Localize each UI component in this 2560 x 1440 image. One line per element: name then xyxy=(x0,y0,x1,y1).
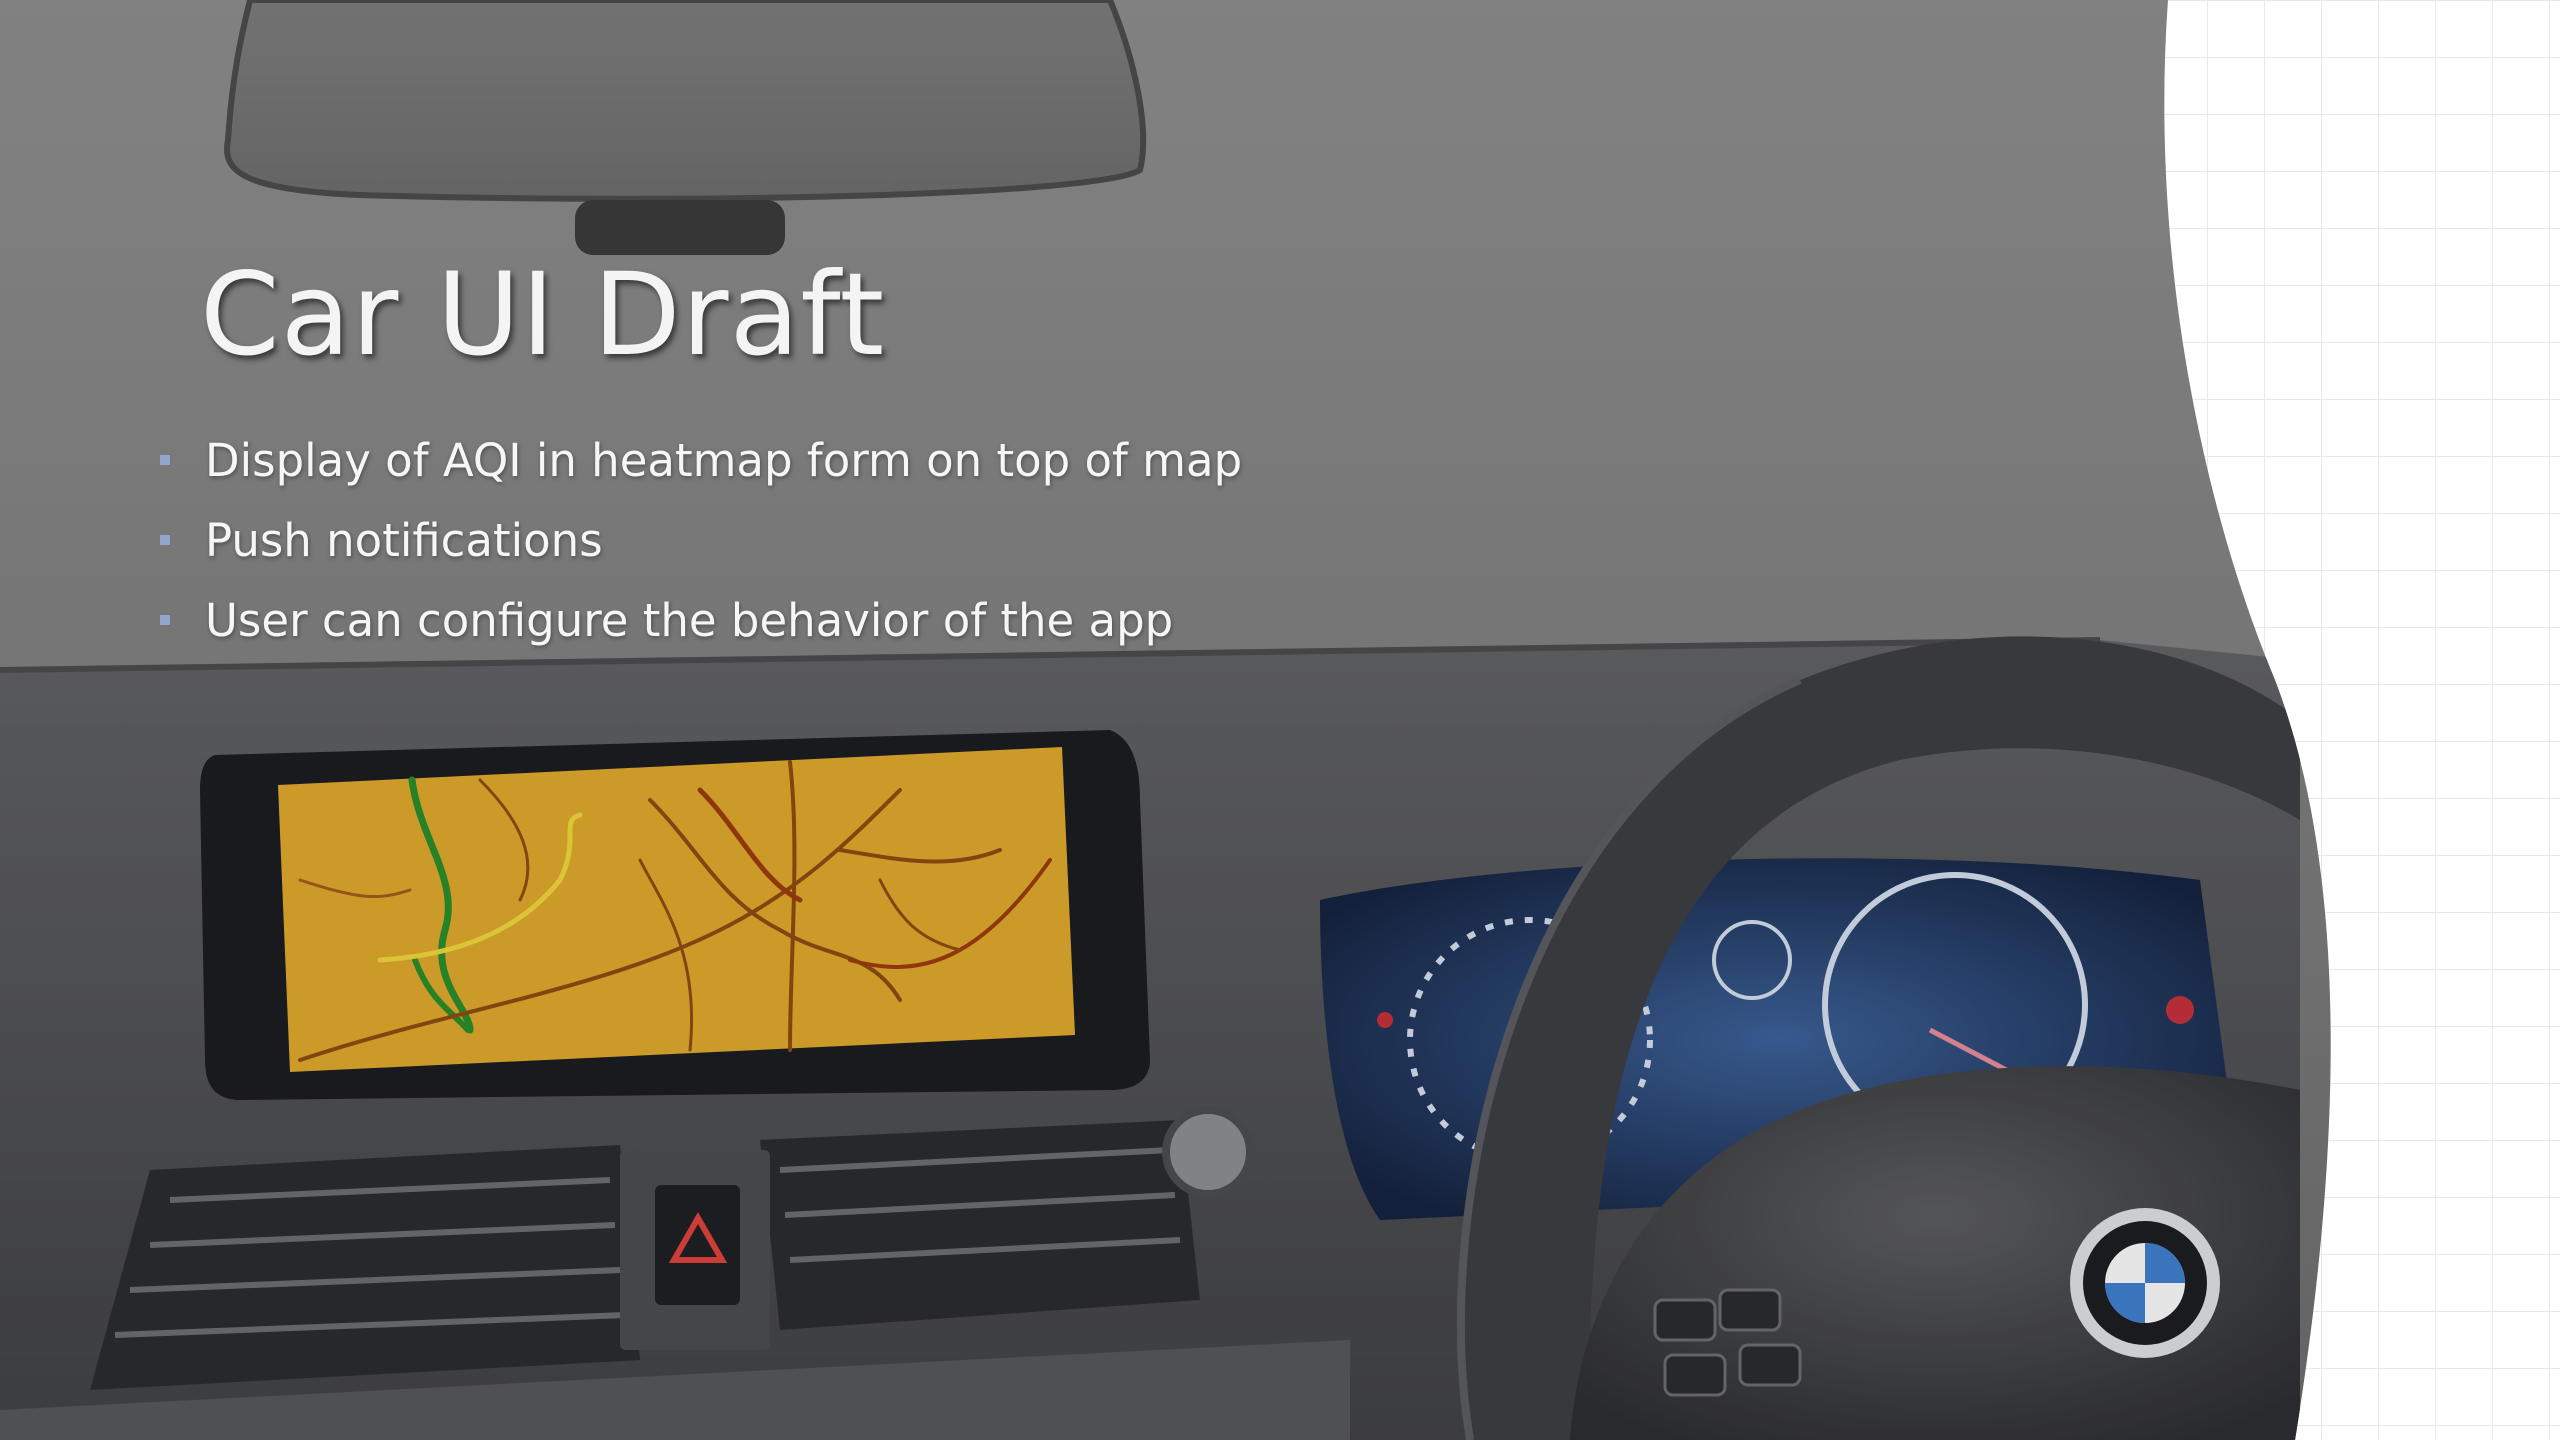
bullet-item: User can configure the behavior of the a… xyxy=(160,580,1242,660)
bullet-marker xyxy=(160,455,170,465)
bullet-item: Push notifications xyxy=(160,500,1242,580)
bullet-item: Display of AQI in heatmap form on top of… xyxy=(160,420,1242,500)
car-interior-photo xyxy=(0,0,2560,1440)
bullet-text: Display of AQI in heatmap form on top of… xyxy=(205,433,1243,487)
bullet-list: Display of AQI in heatmap form on top of… xyxy=(160,420,1242,660)
bullet-marker xyxy=(160,615,170,625)
bullet-text: Push notifications xyxy=(205,513,603,567)
bullet-text: User can configure the behavior of the a… xyxy=(205,593,1174,647)
bullet-marker xyxy=(160,535,170,545)
slide-title: Car UI Draft xyxy=(200,248,886,381)
